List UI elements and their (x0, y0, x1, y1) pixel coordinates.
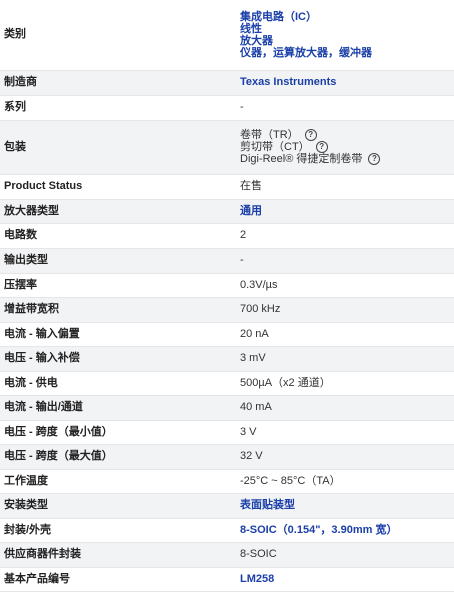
category-link-ic[interactable]: 集成电路（IC） (240, 11, 454, 23)
row-label: 基本产品编号 (4, 572, 70, 585)
table-row-packaging: 包装 卷带（TR）? 剪切带（CT）? Digi-Reel® 得捷定制卷带? (0, 120, 454, 174)
row-value: 在售 (240, 180, 262, 192)
row-label: 电路数 (4, 229, 37, 241)
table-row-supplier-package: 供应商器件封装 8-SOIC (0, 542, 454, 567)
row-label: 包装 (0, 120, 236, 174)
table-row-input-offset-voltage: 电压 - 输入补偿 3 mV (0, 346, 454, 371)
row-label: 封装/外壳 (4, 523, 52, 536)
row-label: 电压 - 跨度（最大值） (0, 444, 236, 469)
table-row-operating-temp: 工作温度 -25°C ~ 85°C（TA） (0, 469, 454, 493)
row-label: 增益带宽积 (0, 297, 236, 322)
table-row-package-case: 封装/外壳 8-SOIC（0.154"，3.90mm 宽） (0, 518, 454, 542)
packaging-option-ct: 剪切带（CT） (240, 140, 310, 153)
row-value: -25°C ~ 85°C（TA） (240, 474, 341, 487)
row-value: 8-SOIC (236, 542, 454, 567)
table-row-manufacturer: 制造商 Texas Instruments (0, 70, 454, 95)
packaging-option-digireel: Digi-Reel® 得捷定制卷带 (240, 153, 363, 166)
table-row-slew-rate: 压摆率 0.3V/µs (0, 273, 454, 297)
row-label: 系列 (4, 101, 26, 113)
row-label: 工作温度 (4, 474, 48, 487)
table-row-output-current: 电流 - 输出/通道 40 mA (0, 395, 454, 420)
base-part-number-link[interactable]: LM258 (240, 573, 274, 585)
help-icon[interactable]: ? (315, 141, 328, 154)
table-row-supply-current: 电流 - 供电 500µA（x2 通道） (0, 371, 454, 395)
mounting-type-link[interactable]: 表面贴装型 (240, 499, 295, 511)
table-row-gbw: 增益带宽积 700 kHz (0, 297, 454, 322)
product-attributes-table: 类别 集成电路（IC） 线性 放大器 仪器，运算放大器，缓冲器 制造商 Texa… (0, 0, 454, 592)
row-value: 40 mA (236, 395, 454, 420)
table-row-amplifier-type: 放大器类型 通用 (0, 199, 454, 223)
table-row-base-part-number: 基本产品编号 LM258 (0, 567, 454, 591)
row-value: 3 mV (236, 346, 454, 371)
row-value: 700 kHz (236, 297, 454, 322)
category-link-opamps[interactable]: 仪器，运算放大器，缓冲器 (240, 47, 454, 59)
package-case-link[interactable]: 8-SOIC（0.154"，3.90mm 宽） (240, 524, 397, 536)
row-value: 2 (240, 229, 247, 241)
row-label: 电流 - 输出/通道 (0, 395, 236, 420)
row-label: 类别 (4, 28, 26, 41)
row-label: 电压 - 输入补偿 (0, 346, 236, 371)
table-row-product-status: Product Status 在售 (0, 174, 454, 199)
row-label: 电流 - 供电 (4, 376, 58, 389)
help-icon[interactable]: ? (304, 128, 317, 141)
table-row-category: 类别 集成电路（IC） 线性 放大器 仪器，运算放大器，缓冲器 (0, 0, 454, 70)
table-row-series: 系列 - (0, 95, 454, 120)
table-row-voltage-span-min: 电压 - 跨度（最小值） 3 V (0, 420, 454, 444)
table-row-voltage-span-max: 电压 - 跨度（最大值） 32 V (0, 444, 454, 469)
row-value: 32 V (236, 444, 454, 469)
table-row-input-bias-current: 电流 - 输入偏置 20 nA (0, 322, 454, 346)
row-value: - (240, 101, 244, 113)
row-value: 0.3V/µs (240, 278, 278, 291)
row-label: 放大器类型 (0, 199, 236, 223)
table-row-circuits: 电路数 2 (0, 223, 454, 248)
row-value: 20 nA (240, 327, 269, 340)
amplifier-type-link[interactable]: 通用 (240, 205, 262, 217)
row-label: 电流 - 输入偏置 (4, 327, 80, 340)
row-label: 电压 - 跨度（最小值） (4, 425, 113, 438)
row-label: Product Status (4, 180, 83, 192)
category-link-amplifiers[interactable]: 放大器 (240, 35, 454, 47)
row-label: 供应商器件封装 (0, 542, 236, 567)
row-value: 500µA（x2 通道） (240, 376, 331, 389)
row-label: 制造商 (0, 70, 236, 95)
table-row-output-type: 输出类型 - (0, 248, 454, 273)
row-value: 卷带（TR）? 剪切带（CT）? Digi-Reel® 得捷定制卷带? (236, 120, 454, 174)
manufacturer-link[interactable]: Texas Instruments (240, 76, 336, 88)
row-value: 3 V (240, 425, 257, 438)
row-value: - (236, 248, 454, 273)
row-value: 集成电路（IC） 线性 放大器 仪器，运算放大器，缓冲器 (236, 0, 454, 70)
help-icon[interactable]: ? (368, 153, 381, 166)
row-label: 压摆率 (4, 278, 37, 291)
table-row-mounting-type: 安装类型 表面贴装型 (0, 493, 454, 518)
row-label: 安装类型 (0, 493, 236, 518)
row-label: 输出类型 (0, 248, 236, 273)
category-link-linear[interactable]: 线性 (240, 23, 454, 35)
packaging-option-tr: 卷带（TR） (240, 128, 299, 141)
